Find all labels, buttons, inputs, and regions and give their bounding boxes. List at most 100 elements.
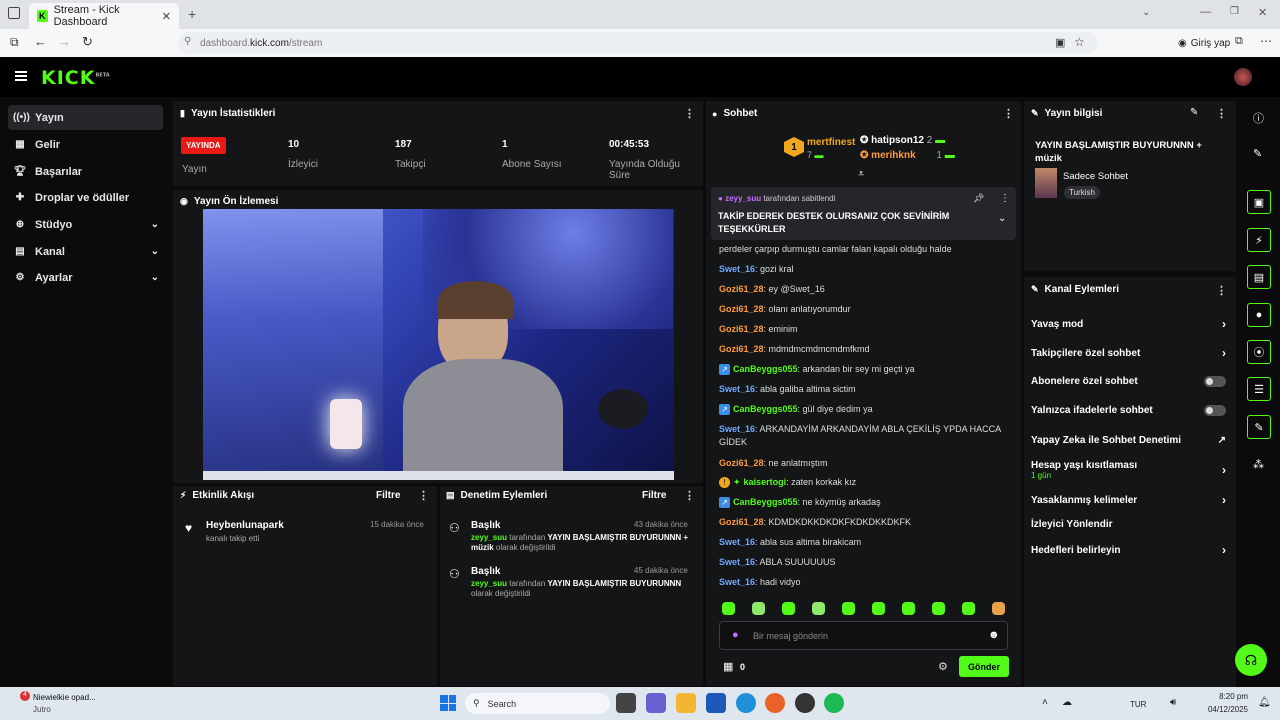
obs-icon[interactable] bbox=[795, 693, 815, 713]
info-icon[interactable]: ⓘ bbox=[1253, 110, 1264, 126]
top-gifter-name[interactable]: mertfinest bbox=[807, 137, 855, 148]
emote-icon[interactable] bbox=[902, 602, 915, 615]
emote-icon[interactable] bbox=[812, 602, 825, 615]
extensions-icon[interactable]: ⧉ bbox=[1235, 35, 1243, 48]
clock-time[interactable]: 8:20 pm bbox=[1208, 692, 1248, 701]
notifications-icon[interactable]: 🔔︎ bbox=[1258, 697, 1271, 708]
support-button[interactable]: ☊ bbox=[1235, 644, 1267, 676]
account-age-row[interactable]: Hesap yaşı kısıtlaması 1 gün › bbox=[1031, 460, 1226, 480]
gifter-3[interactable]: ✪ merihknk 1 ▬ bbox=[860, 150, 955, 161]
language-indicator[interactable]: TUR bbox=[1130, 700, 1146, 709]
chat-username[interactable]: Gozi61_28 bbox=[719, 284, 764, 294]
chat-username[interactable]: Swet_16 bbox=[719, 424, 755, 434]
goals-row[interactable]: Hedefleri belirleyin › bbox=[1031, 543, 1226, 557]
back-icon[interactable]: ← bbox=[34, 34, 47, 49]
rail-chat-button[interactable]: ● bbox=[1247, 303, 1271, 327]
chat-username[interactable]: Swet_16 bbox=[719, 577, 755, 587]
tray-cloud-icon[interactable]: ☁ bbox=[1062, 697, 1072, 708]
ai-moderation-row[interactable]: Yapay Zeka ile Sohbet Denetimi ↗ bbox=[1031, 435, 1226, 446]
sidebar-item-gelir[interactable]: ▦ Gelir bbox=[8, 132, 163, 157]
chat-username[interactable]: CanBeyggs055 bbox=[733, 364, 798, 374]
task-view-icon[interactable] bbox=[616, 693, 636, 713]
sign-in-button[interactable]: ◉ Giriş yap bbox=[1170, 33, 1238, 53]
followers-only-row[interactable]: Takipçilere özel sohbet › bbox=[1031, 346, 1226, 360]
emote-icon[interactable] bbox=[842, 602, 855, 615]
minimize-icon[interactable]: — bbox=[1200, 6, 1211, 18]
moderation-user[interactable]: zeyy_suu bbox=[471, 533, 507, 542]
site-info-icon[interactable]: ⚲ bbox=[184, 36, 191, 47]
edge-icon[interactable] bbox=[736, 693, 756, 713]
emote-icon[interactable] bbox=[962, 602, 975, 615]
stream-info-menu-icon[interactable]: ⋮ bbox=[1216, 107, 1227, 120]
rail-server-button[interactable]: ☰ bbox=[1247, 377, 1271, 401]
sidebar-item-studyo[interactable]: ⊕ Stüdyo ⌄ bbox=[8, 212, 163, 237]
activity-user[interactable]: Heybenlunapark bbox=[206, 520, 284, 531]
emote-icon[interactable] bbox=[932, 602, 945, 615]
subs-only-toggle[interactable] bbox=[1204, 376, 1226, 387]
rail-stream-button[interactable]: ▣ bbox=[1247, 190, 1271, 214]
category-name[interactable]: Sadece Sohbet bbox=[1063, 171, 1128, 182]
firefox-icon[interactable] bbox=[765, 693, 785, 713]
gifter-2[interactable]: ✪ hatipson12 2 ▬ bbox=[860, 135, 945, 146]
points-icon[interactable]: ▦ bbox=[723, 660, 733, 673]
weather-title[interactable]: Niewielkie opad... bbox=[33, 693, 96, 702]
emote-icon[interactable] bbox=[752, 602, 765, 615]
avatar[interactable] bbox=[1234, 68, 1252, 86]
sidebar-item-yayin[interactable]: ((•)) Yayın bbox=[8, 105, 163, 130]
emotes-only-toggle[interactable] bbox=[1204, 405, 1226, 416]
slow-mode-row[interactable]: Yavaş mod › bbox=[1031, 317, 1226, 331]
sidebar-item-basarilar[interactable]: 🏆︎ Başarılar bbox=[8, 159, 163, 184]
moderation-menu-icon[interactable]: ⋮ bbox=[684, 489, 695, 502]
chat-username[interactable]: CanBeyggs055 bbox=[733, 404, 798, 414]
close-window-icon[interactable]: ✕ bbox=[1258, 6, 1267, 19]
close-tab-icon[interactable]: ✕ bbox=[162, 10, 171, 23]
chat-username[interactable]: Gozi61_28 bbox=[719, 304, 764, 314]
windows-start-icon[interactable] bbox=[440, 695, 456, 711]
chat-menu-icon[interactable]: ⋮ bbox=[1003, 107, 1014, 120]
spotify-icon[interactable] bbox=[824, 693, 844, 713]
chat-username[interactable]: Swet_16 bbox=[719, 384, 755, 394]
store-icon[interactable] bbox=[706, 693, 726, 713]
activity-filter-button[interactable]: Filtre bbox=[376, 490, 400, 501]
emote-icon[interactable] bbox=[782, 602, 795, 615]
emote-icon[interactable] bbox=[722, 602, 735, 615]
rail-tools-button[interactable]: ✎ bbox=[1247, 415, 1271, 439]
reader-icon[interactable]: ▣ bbox=[1055, 36, 1065, 49]
banned-words-row[interactable]: Yasaklanmış kelimeler › bbox=[1031, 493, 1226, 507]
moderation-user[interactable]: zeyy_suu bbox=[471, 579, 507, 588]
emote-icon[interactable] bbox=[872, 602, 885, 615]
url-field[interactable]: ⚲ dashboard. kick.com/stream bbox=[178, 32, 1098, 54]
send-button[interactable]: Gönder bbox=[959, 656, 1009, 677]
chat-username[interactable]: CanBeyggs055 bbox=[733, 497, 798, 507]
tray-chevron-up-icon[interactable]: ˄ bbox=[1042, 697, 1048, 708]
stream-preview-video[interactable] bbox=[203, 209, 674, 480]
maximize-icon[interactable]: ❐ bbox=[1230, 6, 1239, 17]
emoji-icon[interactable]: ☻ bbox=[988, 629, 1000, 641]
chat-username[interactable]: Swet_16 bbox=[719, 264, 755, 274]
forward-icon[interactable]: → bbox=[58, 34, 71, 49]
rail-moderation-button[interactable]: ▤ bbox=[1247, 265, 1271, 289]
tab-search-icon[interactable]: ⌄ bbox=[1142, 7, 1150, 18]
raid-row[interactable]: İzleyici Yönlendir bbox=[1031, 519, 1226, 530]
sidebar-item-ayarlar[interactable]: ⚙ Ayarlar ⌄ bbox=[8, 265, 163, 290]
chat-username[interactable]: Swet_16 bbox=[719, 557, 755, 567]
chat-settings-icon[interactable]: ⚙ bbox=[938, 660, 948, 673]
chat-username[interactable]: Swet_16 bbox=[719, 537, 755, 547]
favorite-star-icon[interactable]: ☆ bbox=[1074, 35, 1085, 49]
stats-menu-icon[interactable]: ⋮ bbox=[684, 107, 695, 120]
chat-username[interactable]: Gozi61_28 bbox=[719, 344, 764, 354]
pinned-user[interactable]: zeyy_suu bbox=[725, 194, 761, 203]
sidebar-item-kanal[interactable]: ▤ Kanal ⌄ bbox=[8, 239, 163, 264]
apps-icon[interactable]: ⁂ bbox=[1253, 458, 1264, 471]
channel-actions-menu-icon[interactable]: ⋮ bbox=[1216, 284, 1227, 297]
rail-broadcast-button[interactable]: ⦿ bbox=[1247, 340, 1271, 364]
chat-username[interactable]: Gozi61_28 bbox=[719, 458, 764, 468]
chat-username[interactable]: kaisertogi bbox=[744, 477, 787, 487]
reload-icon[interactable]: ↻ bbox=[82, 34, 93, 50]
file-explorer-icon[interactable] bbox=[676, 693, 696, 713]
pencil-icon[interactable]: ✎ bbox=[1253, 147, 1262, 160]
browser-menu-icon[interactable]: ⋯ bbox=[1260, 34, 1272, 48]
moderation-filter-button[interactable]: Filtre bbox=[642, 490, 666, 501]
edit-icon[interactable]: ✎ bbox=[1190, 107, 1198, 118]
new-tab-icon[interactable]: + bbox=[188, 6, 196, 22]
